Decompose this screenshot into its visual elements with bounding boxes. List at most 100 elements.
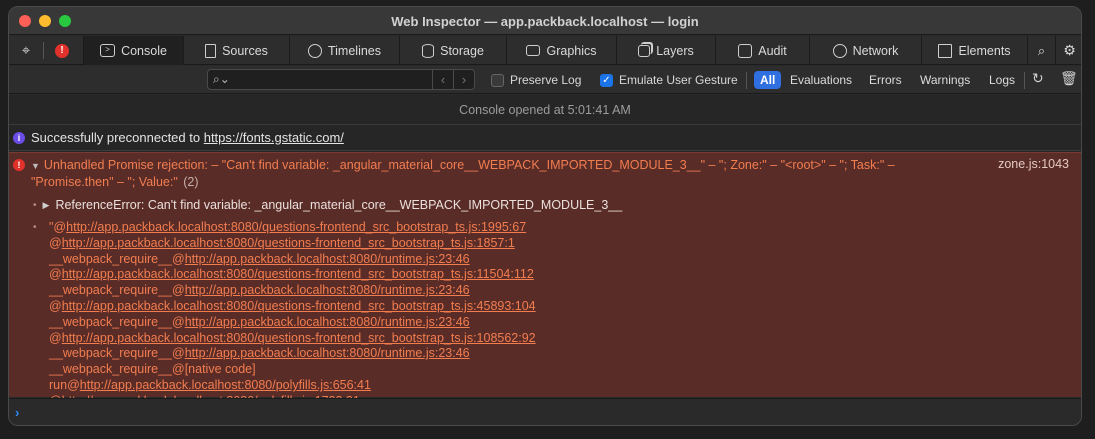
- crosshair-icon[interactable]: ⌖: [15, 36, 37, 65]
- checkbox-checked-icon: ✓: [600, 73, 613, 87]
- reload-icon[interactable]: ↻: [1032, 70, 1044, 87]
- tab-label: Timelines: [327, 43, 382, 58]
- error-message-line1: Unhandled Promise rejection: – "Can't fi…: [43, 158, 895, 172]
- stack-frame-prefix: @: [49, 235, 62, 250]
- tab-elements[interactable]: Elements: [921, 36, 1027, 65]
- window-title: Web Inspector — app.packback.localhost —…: [391, 14, 699, 29]
- emulate-user-gesture-checkbox[interactable]: ✓ Emulate User Gesture: [600, 73, 738, 87]
- disclosure-triangle-icon[interactable]: ▼: [31, 161, 40, 171]
- tab-graphics[interactable]: Graphics: [506, 36, 616, 65]
- tab-console[interactable]: > Console: [83, 36, 183, 65]
- info-message-link[interactable]: https://fonts.gstatic.com/: [204, 130, 344, 145]
- tab-bar: ⌖ ! > Console Sources Timelines Storage …: [9, 36, 1081, 65]
- stack-frame-link[interactable]: http://app.packback.localhost:8080/runti…: [185, 283, 470, 297]
- stack-frame: __webpack_require__@http://app.packback.…: [49, 315, 536, 331]
- stack-frame-prefix: __webpack_require__@: [49, 283, 185, 298]
- stack-frame: __webpack_require__@http://app.packback.…: [49, 283, 536, 299]
- tab-label: Audit: [758, 43, 787, 58]
- reference-error-text: ReferenceError: Can't find variable: _an…: [55, 198, 623, 212]
- console-filter-input[interactable]: [232, 71, 422, 88]
- info-icon: i: [13, 131, 25, 144]
- stack-frame-link[interactable]: http://app.packback.localhost:8080/quest…: [62, 236, 515, 250]
- stack-frame-link[interactable]: http://app.packback.localhost:8080/quest…: [62, 331, 536, 345]
- stack-frame: __webpack_require__@http://app.packback.…: [49, 252, 536, 268]
- filter-logs[interactable]: Logs: [983, 71, 1021, 89]
- reference-error-row[interactable]: • ▶ ReferenceError: Can't find variable:…: [33, 198, 622, 212]
- stack-frame-link[interactable]: http://app.packback.localhost:8080/runti…: [185, 346, 470, 360]
- clock-icon: [307, 43, 322, 58]
- filter-errors[interactable]: Errors: [863, 71, 908, 89]
- stack-frame: "@http://app.packback.localhost:8080/que…: [49, 220, 536, 236]
- search-icon: ⌕⌄: [213, 72, 230, 86]
- stack-frame-link[interactable]: http://app.packback.localhost:8080/runti…: [185, 252, 470, 266]
- stack-frame: @http://app.packback.localhost:8080/ques…: [49, 299, 536, 315]
- console-filter-bar: ⌕⌄ ‹ › Preserve Log ✓ Emulate User Gestu…: [9, 66, 1081, 94]
- console-prompt[interactable]: ›: [9, 398, 1081, 425]
- console-icon: >: [100, 44, 116, 57]
- tab-label: Console: [121, 43, 167, 58]
- audit-icon: [738, 43, 753, 58]
- chevron-right-icon: ›: [461, 72, 467, 87]
- tab-label: Graphics: [546, 43, 597, 58]
- trash-icon[interactable]: 🗑: [1060, 70, 1078, 87]
- tab-label: Elements: [958, 43, 1011, 58]
- tab-network[interactable]: Network: [809, 36, 921, 65]
- prompt-chevron-icon: ›: [15, 405, 20, 420]
- bullet-icon: •: [33, 222, 37, 233]
- stack-frame: __webpack_require__@http://app.packback.…: [49, 346, 536, 362]
- stack-frame-prefix: __webpack_require__@: [49, 251, 185, 266]
- previous-match-button[interactable]: ‹: [432, 70, 453, 89]
- tab-timelines[interactable]: Timelines: [289, 36, 399, 65]
- info-message-text: Successfully preconnected to: [31, 130, 204, 145]
- image-icon: [526, 45, 541, 56]
- stack-frame-prefix: @: [49, 330, 62, 345]
- tab-audit[interactable]: Audit: [715, 36, 809, 65]
- filter-evaluations[interactable]: Evaluations: [784, 71, 858, 89]
- error-indicator[interactable]: !: [51, 36, 73, 65]
- search-tab-button[interactable]: ⌕: [1027, 36, 1055, 65]
- stack-frame: @http://app.packback.localhost:8080/ques…: [49, 331, 536, 347]
- stack-frame: @http://app.packback.localhost:8080/ques…: [49, 267, 536, 283]
- source-location-link[interactable]: zone.js:1043: [998, 157, 1069, 171]
- stack-frame: __webpack_require__@[native code]: [49, 362, 536, 378]
- stack-frame-link[interactable]: http://app.packback.localhost:8080/runti…: [185, 315, 470, 329]
- emulate-user-gesture-label: Emulate User Gesture: [619, 73, 738, 87]
- stack-frame-prefix: @: [49, 298, 62, 313]
- preserve-log-checkbox[interactable]: Preserve Log: [491, 73, 581, 87]
- stack-frame-prefix: __webpack_require__@[native code]: [49, 362, 256, 377]
- next-match-button[interactable]: ›: [453, 70, 474, 89]
- stack-trace: • "@http://app.packback.localhost:8080/q…: [33, 220, 536, 410]
- stack-frame-link[interactable]: http://app.packback.localhost:8080/quest…: [62, 299, 536, 313]
- tab-layers[interactable]: Layers: [616, 36, 715, 65]
- console-log: Console opened at 5:01:41 AM i Successfu…: [9, 95, 1081, 408]
- database-icon: [422, 43, 435, 58]
- error-icon: !: [13, 159, 25, 171]
- stack-frame-link[interactable]: http://app.packback.localhost:8080/quest…: [66, 220, 526, 234]
- disclosure-triangle-icon[interactable]: ▶: [43, 200, 50, 211]
- layers-icon: [638, 44, 651, 57]
- stack-frame-prefix: run@: [49, 377, 80, 392]
- settings-button[interactable]: ⚙: [1055, 36, 1081, 65]
- stack-frame-prefix: @: [49, 267, 62, 282]
- preserve-log-label: Preserve Log: [510, 73, 582, 87]
- console-message-error: ! ▼ Unhandled Promise rejection: – "Can't…: [9, 152, 1081, 408]
- stack-frame-prefix: __webpack_require__@: [49, 314, 185, 329]
- stack-frame-link[interactable]: http://app.packback.localhost:8080/quest…: [62, 267, 534, 281]
- error-message: ▼ Unhandled Promise rejection: – "Can't f…: [31, 157, 971, 190]
- stack-frame: @http://app.packback.localhost:8080/ques…: [49, 236, 536, 252]
- tab-sources[interactable]: Sources: [183, 36, 289, 65]
- stack-frame-prefix: "@: [49, 220, 67, 234]
- search-icon: ⌕: [1037, 42, 1046, 58]
- gear-icon: ⚙: [1063, 42, 1076, 58]
- elements-icon: [938, 43, 953, 58]
- tab-storage[interactable]: Storage: [399, 36, 506, 65]
- filter-all[interactable]: All: [754, 71, 782, 89]
- stack-frame-link[interactable]: http://app.packback.localhost:8080/polyf…: [80, 378, 371, 392]
- network-icon: [832, 43, 847, 58]
- console-filter-search: ⌕⌄ ‹ ›: [207, 69, 475, 90]
- chevron-left-icon: ‹: [440, 72, 446, 87]
- filter-warnings[interactable]: Warnings: [914, 71, 976, 89]
- error-badge-icon: !: [55, 43, 69, 58]
- stack-frame-prefix: __webpack_require__@: [49, 346, 185, 361]
- bullet-icon: •: [33, 199, 37, 211]
